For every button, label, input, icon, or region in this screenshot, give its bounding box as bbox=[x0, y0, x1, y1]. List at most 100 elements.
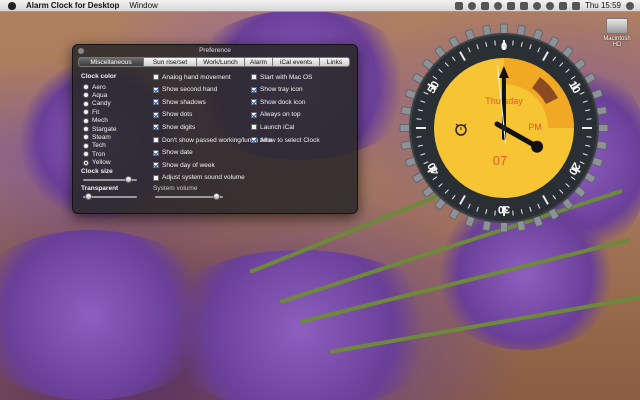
option-label: Launch iCal bbox=[260, 123, 295, 131]
option-show-dock-icon[interactable]: Show dock icon bbox=[251, 98, 306, 106]
option-allow-to-select-clock[interactable]: Allow to select Clock bbox=[251, 136, 320, 144]
menubar-clock[interactable]: Thu 15:59 bbox=[585, 1, 621, 10]
radio-button[interactable] bbox=[83, 100, 89, 107]
option-label: Show digits bbox=[162, 123, 196, 131]
checkbox[interactable] bbox=[251, 111, 257, 118]
tray-clock-icon[interactable] bbox=[493, 1, 502, 10]
tab-alarm[interactable]: Alarm bbox=[245, 57, 273, 67]
color-option-aero[interactable]: Aero bbox=[83, 83, 106, 91]
tab-ical-events[interactable]: iCal events bbox=[273, 57, 320, 67]
checkbox[interactable] bbox=[251, 137, 257, 143]
option-label: Analog hand movement bbox=[162, 73, 231, 81]
clock-size-slider[interactable] bbox=[83, 176, 137, 183]
clock-face-svg: 50010203040 Thursday PM 07 bbox=[399, 23, 609, 233]
option-show-dots[interactable]: Show dots bbox=[153, 111, 192, 119]
tray-app-icon[interactable] bbox=[454, 1, 463, 10]
checkbox[interactable] bbox=[153, 174, 159, 181]
checkbox[interactable] bbox=[153, 137, 159, 143]
tray-timer-icon[interactable] bbox=[506, 1, 515, 10]
radio-button[interactable] bbox=[83, 151, 89, 158]
color-option-mech[interactable]: Mech bbox=[83, 117, 108, 125]
bezel-tooth bbox=[597, 124, 609, 132]
window-menu[interactable]: Window bbox=[129, 1, 157, 10]
system-volume-heading: System volume bbox=[153, 185, 198, 192]
checkbox[interactable] bbox=[153, 99, 159, 106]
tab-miscellaneous[interactable]: Miscellaneous bbox=[78, 57, 144, 67]
color-option-yellow[interactable]: Yellow bbox=[83, 159, 111, 167]
radio-button[interactable] bbox=[83, 117, 89, 124]
radio-button[interactable] bbox=[83, 92, 89, 99]
checkbox[interactable] bbox=[153, 74, 159, 80]
option-adjust-system-sound-volume[interactable]: Adjust system sound volume bbox=[153, 174, 245, 182]
color-option-tech[interactable]: Tech bbox=[83, 142, 106, 150]
tray-skype-icon[interactable] bbox=[480, 1, 489, 10]
checkbox[interactable] bbox=[153, 162, 159, 169]
tray-battery-icon[interactable] bbox=[571, 1, 580, 10]
clock-color-heading: Clock color bbox=[81, 73, 117, 80]
radio-button[interactable] bbox=[83, 109, 89, 116]
color-option-candy[interactable]: Candy bbox=[83, 100, 111, 108]
color-option-label: Stargate bbox=[92, 125, 117, 133]
checkbox[interactable] bbox=[251, 86, 257, 93]
system-volume-slider[interactable] bbox=[155, 193, 223, 200]
radio-button[interactable] bbox=[83, 84, 89, 90]
option-analog-hand-movement[interactable]: Analog hand movement bbox=[153, 73, 231, 81]
bezel-tooth bbox=[500, 221, 508, 233]
tray-monitor-icon[interactable] bbox=[519, 1, 528, 10]
option-show-second-hand[interactable]: Show second hand bbox=[153, 86, 217, 94]
clock-size-heading: Clock size bbox=[81, 168, 113, 175]
color-option-stargate[interactable]: Stargate bbox=[83, 125, 117, 133]
window-title: Preference bbox=[199, 47, 231, 54]
transparent-slider[interactable] bbox=[83, 193, 137, 200]
color-option-tron[interactable]: Tron bbox=[83, 150, 105, 158]
color-option-fit[interactable]: Fit bbox=[83, 108, 99, 116]
color-option-label: Steam bbox=[92, 133, 111, 141]
tab-work-lunch[interactable]: Work/Lunch bbox=[197, 57, 245, 67]
tab-links[interactable]: Links bbox=[320, 57, 350, 67]
option-label: Always on top bbox=[260, 111, 301, 119]
window-titlebar[interactable]: Preference bbox=[73, 45, 357, 56]
radio-button[interactable] bbox=[83, 159, 89, 166]
option-label: Show second hand bbox=[162, 86, 218, 94]
radio-button[interactable] bbox=[83, 126, 89, 132]
bezel-tick bbox=[586, 118, 592, 120]
option-show-tray-icon[interactable]: Show tray icon bbox=[251, 86, 303, 94]
radio-button[interactable] bbox=[83, 142, 89, 149]
tray-bluetooth-icon[interactable] bbox=[532, 1, 541, 10]
bezel-tick bbox=[512, 210, 514, 216]
checkbox[interactable] bbox=[251, 74, 257, 80]
option-show-shadows[interactable]: Show shadows bbox=[153, 98, 206, 106]
color-option-steam[interactable]: Steam bbox=[83, 133, 111, 141]
option-launch-ical[interactable]: Launch iCal bbox=[251, 123, 294, 131]
system-volume-slider-knob[interactable] bbox=[212, 193, 220, 200]
tray-wifi-icon[interactable] bbox=[545, 1, 554, 10]
color-option-aqua[interactable]: Aqua bbox=[83, 91, 107, 99]
checkbox[interactable] bbox=[251, 99, 257, 106]
checkbox[interactable] bbox=[153, 111, 159, 118]
option-show-day-of-week[interactable]: Show day of week bbox=[153, 161, 215, 169]
option-show-digits[interactable]: Show digits bbox=[153, 123, 195, 131]
tray-volume-icon[interactable] bbox=[558, 1, 567, 10]
option-start-with-mac-os[interactable]: Start with Mac OS bbox=[251, 73, 312, 81]
transparent-slider-knob[interactable] bbox=[85, 193, 93, 200]
apple-menu-icon[interactable] bbox=[8, 1, 16, 10]
tab-sun-rise-set[interactable]: Sun rise/set bbox=[144, 57, 197, 67]
checkbox[interactable] bbox=[153, 149, 159, 156]
tab-bar: Miscellaneous Sun rise/set Work/Lunch Al… bbox=[78, 57, 352, 67]
option-always-on-top[interactable]: Always on top bbox=[251, 111, 300, 119]
tray-sync-icon[interactable] bbox=[467, 1, 476, 10]
checkbox[interactable] bbox=[251, 124, 257, 131]
option-show-date[interactable]: Show date bbox=[153, 149, 193, 157]
spotlight-icon[interactable] bbox=[626, 1, 634, 10]
checkbox[interactable] bbox=[153, 86, 159, 93]
option-label: Allow to select Clock bbox=[260, 136, 320, 144]
color-option-label: Mech bbox=[92, 117, 108, 125]
bezel-number: 30 bbox=[498, 203, 510, 215]
radio-button[interactable] bbox=[83, 134, 89, 141]
bezel-tick bbox=[416, 118, 422, 120]
checkbox[interactable] bbox=[153, 124, 159, 131]
clock-size-slider-knob[interactable] bbox=[125, 176, 133, 183]
app-name-menu[interactable]: Alarm Clock for Desktop bbox=[26, 1, 119, 10]
clock-widget[interactable]: 50010203040 Thursday PM 07 bbox=[398, 22, 610, 234]
close-button[interactable] bbox=[78, 48, 84, 54]
